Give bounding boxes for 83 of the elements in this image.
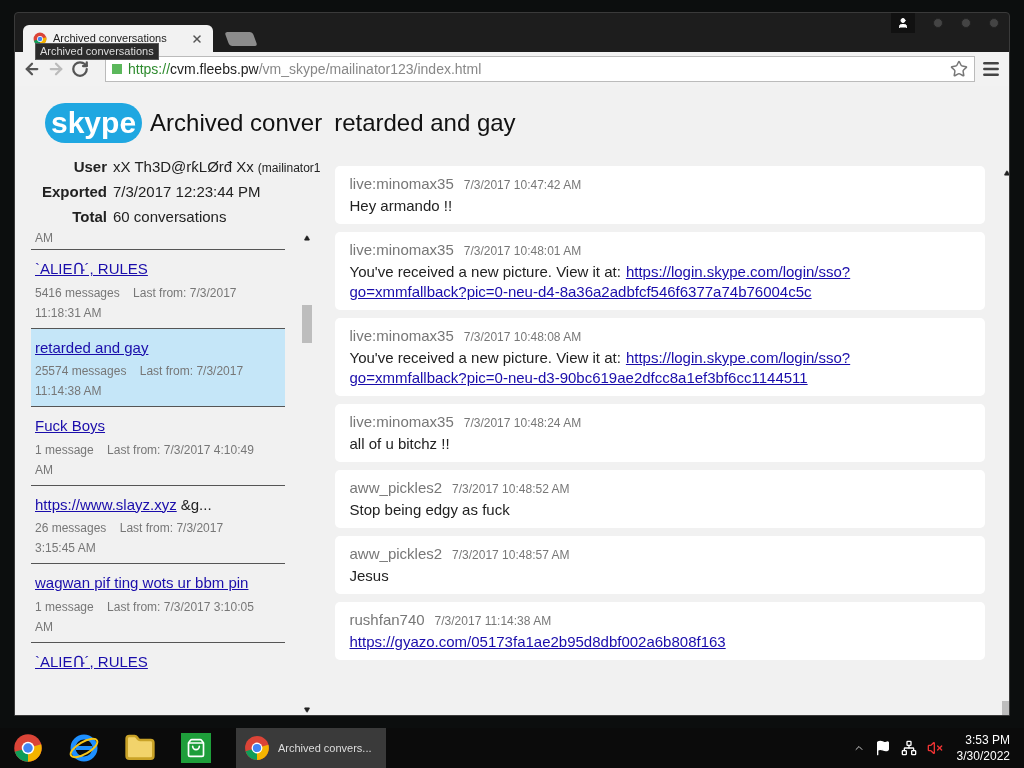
page-icon [33,31,47,46]
message-sender: live:minomax35 [349,412,454,432]
network-icon[interactable] [900,740,917,756]
list-item-meta: AM [34,230,54,247]
volume-icon[interactable] [926,740,943,756]
conversation-suffix: &g... [180,494,212,515]
info-note: (mailinator1 [257,160,321,177]
info-label: User [72,157,108,177]
profile-button[interactable] [891,13,915,33]
message-text: You've received a new picture. View it at: [349,348,621,368]
message-text: all of u bitchz !! [349,434,450,454]
globe-ring-icon [68,732,100,764]
chrome-icon [244,735,270,761]
back-icon[interactable] [23,60,41,78]
clock-date: 3/30/2022 [956,748,1010,764]
url-text: https://cvm.fleebs.pw/vm_skype/mailinator123/index.html [128,59,483,79]
message-sender: rushfan740 [349,610,425,630]
message-text: Hey armando !! [349,196,453,216]
tab-tooltip: Archived conversations [35,43,159,60]
clock[interactable]: 3:53 PM 3/30/2022 [956,732,1010,764]
conversation-item[interactable]: https://www.slayz.xyz &g... 26 messages Last from: 7/3/2017 3:15:45 AM [31,484,285,563]
info-label: Total [71,207,108,227]
conversation-item[interactable]: retarded and gay 25574 messages Last from: 7/3/2017 11:14:38 AM [31,327,285,406]
store-bag-icon [181,733,211,763]
conversation-meta: 25574 messages Last from: 7/3/2017 11:14:38 AM [35,363,245,400]
scroll-up-icon[interactable] [304,235,310,241]
info-label: Exported [41,182,108,202]
message-time: 7/3/2017 10:48:24 AM [463,415,582,432]
message-time: 7/3/2017 10:47:42 AM [463,177,582,194]
message-link[interactable]: https://gyazo.com/05173fa1ae2b95d8dbf002a6b808f163 [349,632,726,652]
message-link[interactable]: go=xmmfallback?pic=0-neu-d3-90bc619ae2dfcc8a1ef3bf6cc1144511 [349,368,808,388]
conversation-meta: 1 message Last from: 7/3/2017 3:10:05 AM [35,598,255,636]
conversation-link[interactable]: `ΑLIEՌ´, RULES [35,258,148,281]
skype-logo: skype [45,103,143,143]
reload-icon[interactable] [71,60,89,78]
conversation-link[interactable]: retarded and gay [35,336,149,359]
message-time: 7/3/2017 10:48:52 AM [452,481,570,498]
message-time: 7/3/2017 11:14:38 AM [434,613,552,630]
close-icon[interactable] [191,32,203,45]
scroll-up-icon[interactable] [1003,170,1009,176]
message-link[interactable]: https://login.skype.com/login/sso? [625,348,851,368]
message-text: Stop being edgy as fuck [349,500,510,520]
info-value: 60 conversations [113,207,227,227]
message-link[interactable]: go=xmmfallback?pic=0-neu-d4-8a36a2adbfcf546f6377a74b76004c5c [349,282,812,302]
message-sender: aww_pickles2 [349,478,443,498]
clock-time: 3:53 PM [965,732,1010,748]
info-value: xX Th3D@rƙLØrđ Xx [113,157,254,177]
conversation-item[interactable]: `ΑLIEՌ´, RULES 5416 messages Last from: 7/3/2017 11:18:31 AM [31,249,285,328]
flag-icon[interactable] [874,740,891,756]
scroll-thumb[interactable] [1001,701,1009,715]
conversation-meta: 5416 messages Last from: 7/3/2017 11:18:31 AM [35,284,238,322]
conversation-meta: 26 messages Last from: 7/3/2017 3:15:45 AM [35,520,225,557]
task-title: Archived convers... [278,740,372,756]
conversation-link[interactable]: wagwan pif ting wots ur bbm pin [35,572,249,595]
conversation-item[interactable]: wagwan pif ting wots ur bbm pin 1 message Last from: 7/3/2017 3:10:05 AM [31,563,285,642]
conversation-item[interactable]: `ΑLIEՌ´, RULES [31,641,285,678]
conversation-title: retarded and gay [334,108,516,138]
message-link[interactable]: https://login.skype.com/login/sso? [625,262,851,282]
conversation-link[interactable]: `ΑLIEՌ´, RULES [35,650,148,673]
message-sender: live:minomax35 [349,174,454,194]
message-text: You've received a new picture. View it at: [349,262,621,282]
conversation-item[interactable]: Fuck Boys 1 message Last from: 7/3/2017 4:10:49 AM [31,406,285,485]
message-sender: aww_pickles2 [349,544,443,564]
message-sender: live:minomax35 [349,240,454,260]
conversation-link[interactable]: https://www.slayz.xyz [35,493,177,516]
scroll-down-icon[interactable] [304,707,310,713]
message-time: 7/3/2017 10:48:08 AM [463,329,582,346]
taskbar-task[interactable]: Archived convers... [236,728,386,768]
page-title: Archived conver [150,108,323,138]
person-icon [897,17,909,29]
new-tab-button[interactable] [224,32,258,46]
menu-icon[interactable] [981,59,1001,79]
message-time: 7/3/2017 10:48:01 AM [463,243,582,260]
address-bar[interactable]: https://cvm.fleebs.pw/vm_skype/mailinator123/index.html [105,56,975,82]
chrome-icon [13,733,43,763]
scroll-thumb[interactable] [302,305,312,343]
message-sender: live:minomax35 [349,326,454,346]
bookmark-star-icon[interactable] [950,60,968,78]
conversation-link[interactable]: Fuck Boys [35,415,106,438]
conversation-meta: 1 message Last from: 7/3/2017 4:10:49 AM [35,441,255,479]
info-value: 7/3/2017 12:23:44 PM [113,182,261,202]
message-text: Jesus [349,566,389,586]
message-time: 7/3/2017 10:48:57 AM [452,547,570,564]
